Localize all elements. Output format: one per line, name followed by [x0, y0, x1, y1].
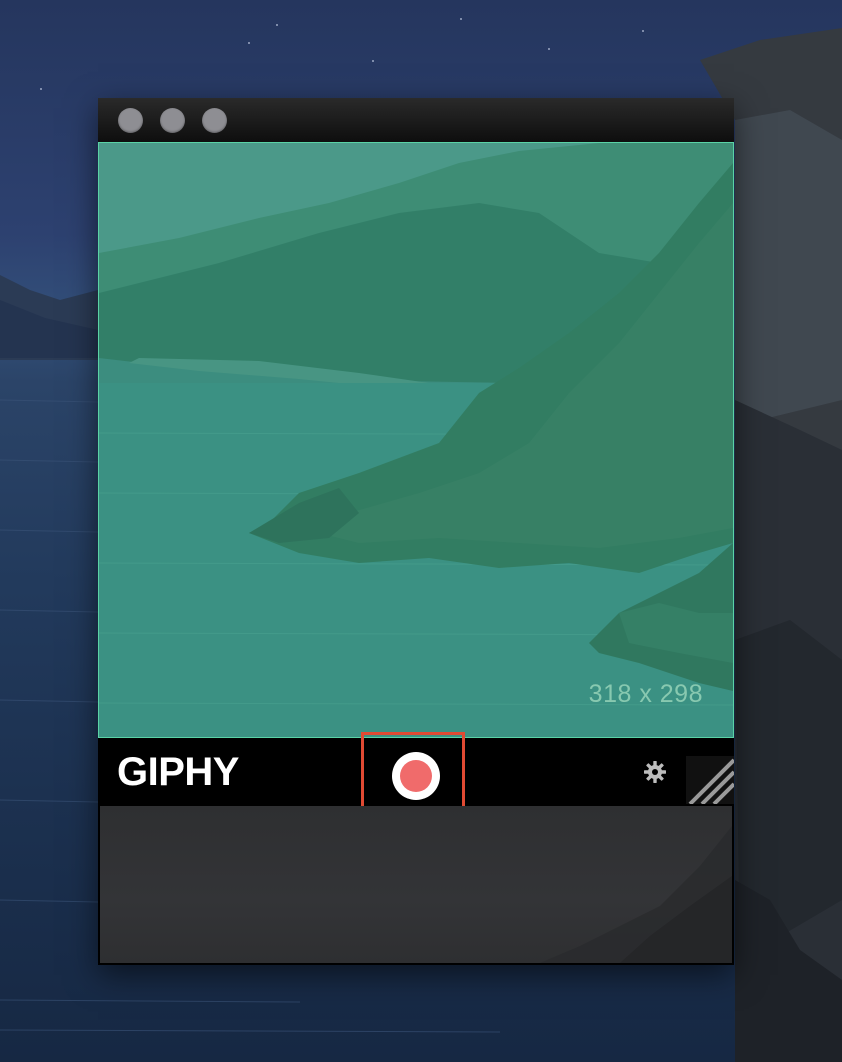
- capture-dimensions-label: 318 x 298: [588, 680, 703, 708]
- capture-overlay-tint: [99, 143, 733, 737]
- gif-frames-panel: [100, 806, 732, 963]
- capture-area[interactable]: 318 x 298: [98, 142, 734, 738]
- close-window-button[interactable]: [118, 108, 143, 133]
- record-button[interactable]: [392, 752, 440, 800]
- record-dot-icon: [400, 760, 432, 792]
- resize-grip-icon[interactable]: [686, 756, 734, 804]
- title-bar[interactable]: [98, 98, 734, 142]
- minimize-window-button[interactable]: [160, 108, 185, 133]
- gear-icon[interactable]: [642, 759, 668, 785]
- zoom-window-button[interactable]: [202, 108, 227, 133]
- panel-background-rocks: [540, 826, 732, 963]
- bottom-toolbar: GIPHY: [98, 732, 734, 824]
- giphy-capture-window: 318 x 298 GIPHY: [98, 98, 734, 965]
- giphy-logo: GIPHY: [117, 750, 239, 794]
